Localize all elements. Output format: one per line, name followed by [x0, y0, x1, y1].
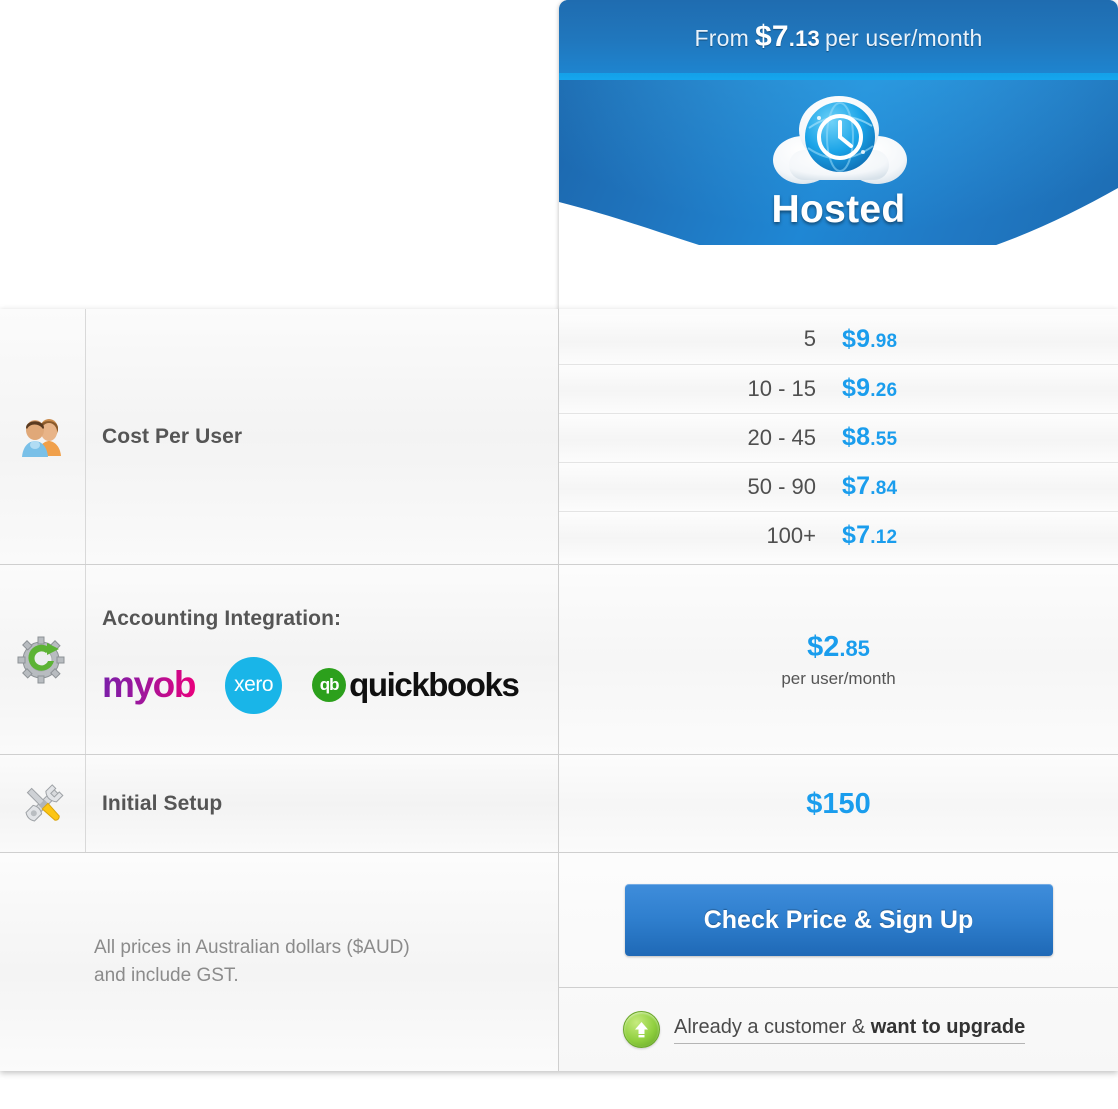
accounting-price-sub: per user/month: [781, 669, 896, 688]
cost-label-cell: Cost Per User: [86, 309, 559, 565]
accounting-price-wrap: $2.85 per user/month: [559, 631, 1118, 689]
tier-range: 20 - 45: [747, 424, 817, 450]
xero-logo: xero: [225, 656, 283, 714]
footer-note-line2: and include GST.: [94, 965, 239, 986]
myob-logo: myob: [102, 664, 196, 705]
check-price-sign-up-button[interactable]: Check Price & Sign Up: [624, 884, 1053, 956]
hosted-plan-card: From $7.13 per user/month Hosted: [559, 0, 1118, 310]
tier-range: 50 - 90: [747, 473, 817, 499]
banner-price-text: From $7.13 per user/month: [695, 20, 983, 54]
tier-price-cents: .84: [870, 478, 898, 499]
hosted-price-banner: From $7.13 per user/month: [559, 0, 1118, 73]
accounting-price-cell: $2.85 per user/month: [559, 565, 1118, 755]
tools-icon: [24, 784, 64, 822]
setup-icon-cell: [0, 755, 86, 853]
setup-price: $150: [806, 787, 871, 820]
quickbooks-logo-text: quickbooks: [349, 666, 520, 703]
tier-price-cents: .55: [870, 429, 898, 450]
table-row-initial-setup: Initial Setup $150: [0, 755, 1118, 853]
tier-price-cents: .12: [870, 527, 898, 548]
cta-zone: Check Price & Sign Up: [559, 853, 1118, 988]
tier-price-dollars: $7: [842, 472, 871, 500]
tier-price-cents: .98: [870, 330, 898, 352]
setup-label: Initial Setup: [102, 792, 223, 815]
tier-price-cents: .26: [870, 380, 898, 401]
accounting-label: Accounting Integration:: [102, 606, 342, 630]
upgrade-text-normal: Already a customer &: [674, 1015, 871, 1038]
footer-note-line1: All prices in Australian dollars ($AUD): [94, 937, 410, 959]
cost-label: Cost Per User: [102, 425, 243, 448]
users-icon: [21, 419, 61, 457]
tier-price-dollars: $8: [842, 423, 871, 451]
cost-icon-cell: [0, 309, 86, 565]
tier-price: $9.98: [842, 325, 897, 354]
hosted-banner-accent-strip: [559, 73, 1118, 80]
tier-price: $7.12: [842, 521, 897, 550]
upgrade-text-bold: want to upgrade: [870, 1015, 1026, 1038]
cost-price-cell: 5 $9.98 10 - 15 $9.26 20 - 45 $8.55 50 - 90 $7.…: [559, 309, 1118, 565]
accounting-logo-list: myob xero qb quickbooks: [102, 656, 558, 714]
tier-price-dollars: $9: [842, 374, 871, 402]
tier-row: 10 - 15 $9.26: [559, 363, 1118, 413]
accounting-price-cents: .85: [839, 636, 870, 661]
pricing-table: Cost Per User 5 $9.98 10 - 15 $9.26 20 - 45 $…: [0, 309, 1118, 1071]
tier-list: 5 $9.98 10 - 15 $9.26 20 - 45 $8.55 50 - 90 $7.…: [559, 314, 1118, 560]
upgrade-zone: Already a customer & want to upgrade: [559, 988, 1118, 1071]
tier-row: 50 - 90 $7.84: [559, 461, 1118, 511]
setup-label-cell: Initial Setup: [86, 755, 559, 853]
tier-row: 20 - 45 $8.55: [559, 412, 1118, 462]
green-up-arrow-icon: [623, 1011, 660, 1048]
tier-row: 5 $9.98: [559, 314, 1118, 364]
footer-note: All prices in Australian dollars ($AUD) …: [94, 934, 410, 989]
accounting-icon-cell: [0, 565, 86, 755]
footer-note-cell: All prices in Australian dollars ($AUD) …: [0, 853, 559, 1071]
setup-price-cell: $150: [559, 755, 1118, 853]
banner-prefix: From: [694, 24, 749, 51]
tier-range: 10 - 15: [747, 375, 817, 401]
tier-range: 100+: [766, 522, 816, 548]
up-arrow-glyph: [635, 1022, 648, 1038]
accounting-label-cell: Accounting Integration: myob xero qb qui…: [86, 565, 559, 755]
tier-price-dollars: $7: [842, 521, 871, 549]
xero-logo-text: xero: [234, 673, 274, 696]
footer-action-cell: Check Price & Sign Up Already a customer…: [559, 853, 1118, 1071]
pricing-page: From $7.13 per user/month Hosted Cost Pe…: [0, 0, 1118, 1109]
banner-amount-dollars: $7: [755, 19, 789, 53]
tier-price-dollars: $9: [842, 324, 871, 353]
accounting-price: $2.85: [559, 631, 1118, 664]
quickbooks-logo: qb quickbooks: [312, 666, 520, 704]
table-row-accounting-integration: Accounting Integration: myob xero qb qui…: [0, 565, 1118, 755]
tier-price: $7.84: [842, 472, 897, 501]
banner-amount-cents: .13: [788, 25, 820, 51]
tier-range: 5: [803, 326, 816, 351]
table-row-cost-per-user: Cost Per User 5 $9.98 10 - 15 $9.26 20 - 45 $…: [0, 309, 1118, 565]
table-row-footer: All prices in Australian dollars ($AUD) …: [0, 853, 1118, 1071]
banner-amount: $7.13: [755, 20, 820, 53]
tier-price: $8.55: [842, 423, 897, 452]
cloud-clock-icon: [772, 96, 907, 184]
banner-suffix: per user/month: [824, 24, 983, 51]
tier-row: 100+ $7.12: [559, 510, 1118, 560]
upgrade-link[interactable]: Already a customer & want to upgrade: [674, 1015, 1026, 1044]
tier-price: $9.26: [842, 374, 897, 403]
gear-refresh-icon: [17, 636, 64, 684]
quickbooks-mark: qb: [312, 668, 347, 702]
accounting-price-dollars: $2: [807, 631, 840, 663]
card-swoosh-divider: [559, 188, 1118, 310]
hosted-icon-wrap: [559, 82, 1118, 192]
